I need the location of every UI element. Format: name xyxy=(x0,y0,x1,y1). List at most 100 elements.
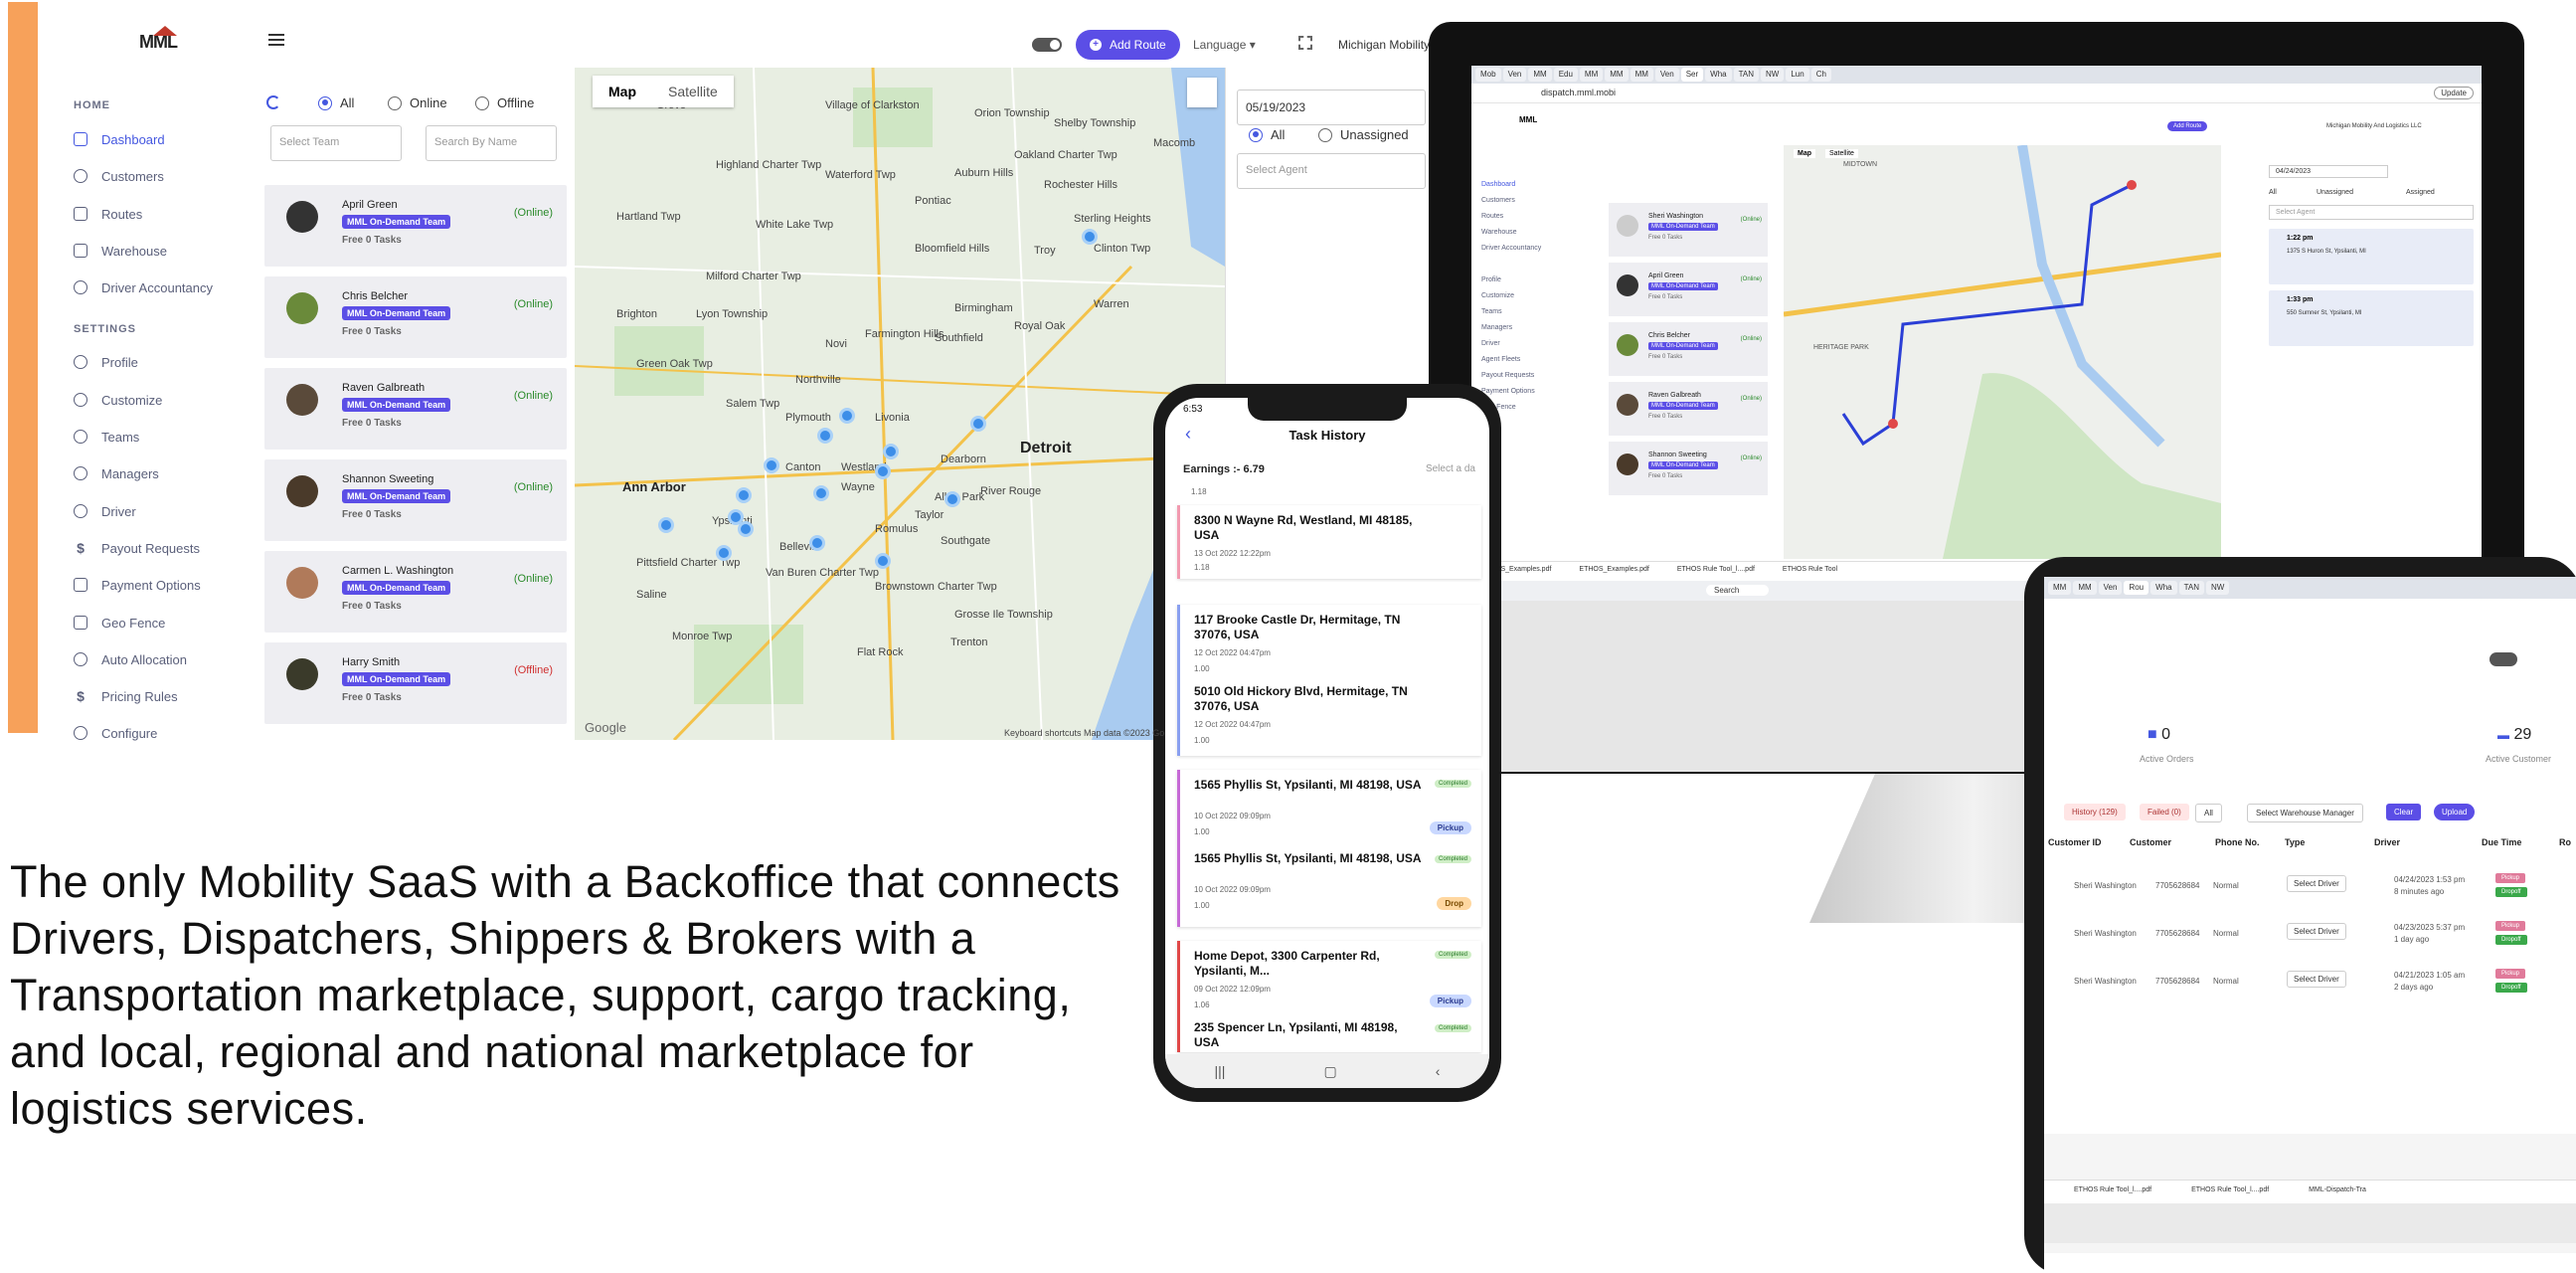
add-route-button[interactable]: + Add Route xyxy=(1076,30,1180,60)
download-item[interactable]: ETHOS Rule Tool_l....pdf xyxy=(1677,566,1755,577)
mini-add-route-button[interactable]: Add Route xyxy=(2167,121,2208,131)
mini-task-card[interactable]: 1:22 pm 1375 S Huron St, Ypsilanti, MI xyxy=(2269,229,2474,284)
sidebar-item-payment-options[interactable]: Payment Options xyxy=(74,573,201,597)
browser-tab[interactable]: Ven xyxy=(1502,68,1527,82)
filter-online-radio[interactable]: Online xyxy=(388,95,447,110)
theme-toggle[interactable] xyxy=(1032,38,1062,52)
mini-nav-item[interactable]: Driver xyxy=(1481,340,1500,347)
browser-tab-active[interactable]: Ser xyxy=(1680,68,1704,82)
download-item[interactable]: ETHOS Rule Tool xyxy=(1783,566,1837,577)
task-history-card[interactable]: 1565 Phyllis St, Ypsilanti, MI 48198, US… xyxy=(1177,770,1481,927)
driver-location-pin[interactable] xyxy=(817,428,833,444)
sidebar-item-warehouse[interactable]: Warehouse xyxy=(74,239,167,263)
driver-location-pin[interactable] xyxy=(1082,229,1098,245)
browser-tab[interactable]: Ven xyxy=(2098,581,2123,595)
browser-tab[interactable]: Ch xyxy=(1810,68,1831,82)
back-icon[interactable]: ‹ xyxy=(1436,1063,1441,1079)
driver-select[interactable]: Select Driver xyxy=(2287,875,2346,892)
col-phone[interactable]: Phone No. xyxy=(2215,837,2260,847)
browser-tab[interactable]: TAN xyxy=(1733,68,1760,82)
download-item[interactable]: MML-Dispatch-Tra xyxy=(2309,1186,2366,1197)
sidebar-item-auto-allocation[interactable]: Auto Allocation xyxy=(74,647,187,671)
sidebar-item-routes[interactable]: Routes xyxy=(74,202,142,226)
mini-driver-card[interactable]: Chris Belcher MML On-Demand Team Free 0 … xyxy=(1609,322,1768,376)
update-button[interactable]: Update xyxy=(2434,87,2474,99)
browser-tab[interactable]: MM xyxy=(2073,581,2097,595)
mini-filter-unassigned[interactable]: Unassigned xyxy=(2317,189,2353,196)
mini-tab-map[interactable]: Map xyxy=(1794,149,1815,158)
browser-tab[interactable]: MM xyxy=(2048,581,2072,595)
mini-date-picker[interactable]: 04/24/2023 xyxy=(2269,165,2388,178)
sidebar-item-configure[interactable]: Configure xyxy=(74,721,157,741)
driver-location-pin[interactable] xyxy=(875,553,891,569)
browser-tab[interactable]: Wha xyxy=(1705,68,1732,82)
driver-location-pin[interactable] xyxy=(883,444,899,459)
mini-filter-assigned[interactable]: Assigned xyxy=(2406,189,2435,196)
sidebar-item-pricing-rules[interactable]: $ Pricing Rules xyxy=(74,684,178,708)
browser-tab[interactable]: MM xyxy=(1630,68,1653,82)
mini-tab-satellite[interactable]: Satellite xyxy=(1825,149,1858,158)
browser-tab-active[interactable]: Rou xyxy=(2124,581,2149,595)
browser-tab[interactable]: MM xyxy=(1605,68,1629,82)
mini-driver-card[interactable]: Sheri Washington MML On-Demand Team Free… xyxy=(1609,203,1768,257)
driver-location-pin[interactable] xyxy=(658,517,674,533)
address-bar[interactable]: dispatch.mml.mobi Update xyxy=(1471,84,2482,103)
download-item[interactable]: ETHOS Rule Tool_l....pdf xyxy=(2074,1186,2151,1197)
map-fullscreen-button[interactable] xyxy=(1187,78,1217,107)
task-history-card[interactable]: 8300 N Wayne Rd, Westland, MI 48185, USA… xyxy=(1177,505,1481,579)
col-customer-id[interactable]: Customer ID xyxy=(2048,837,2102,847)
mini-nav-item[interactable]: Customize xyxy=(1481,292,1514,299)
mini-nav-item[interactable]: Dashboard xyxy=(1481,181,1515,188)
sidebar-item-driver[interactable]: Driver xyxy=(74,499,136,523)
sidebar-item-teams[interactable]: Teams xyxy=(74,425,139,449)
sidebar-item-dashboard[interactable]: Dashboard xyxy=(74,127,165,151)
driver-select[interactable]: Select Driver xyxy=(2287,923,2346,940)
sidebar-item-customize[interactable]: Customize xyxy=(74,388,162,412)
driver-select[interactable]: Select Driver xyxy=(2287,971,2346,988)
clear-button[interactable]: Clear xyxy=(2386,804,2422,820)
col-due-time[interactable]: Due Time xyxy=(2482,837,2521,847)
browser-tab[interactable]: MM xyxy=(1528,68,1552,82)
filter-all-radio[interactable]: All xyxy=(318,95,354,110)
browser-tab[interactable]: Edu xyxy=(1553,68,1578,82)
browser-tab[interactable]: TAN xyxy=(2178,581,2204,595)
tab-map[interactable]: Map xyxy=(593,76,652,107)
driver-location-pin[interactable] xyxy=(716,545,732,561)
recent-apps-icon[interactable]: ||| xyxy=(1215,1063,1226,1079)
task-filter-unassigned[interactable]: Unassigned xyxy=(1318,127,1409,142)
mini-nav-item[interactable]: Driver Accountancy xyxy=(1481,245,1541,252)
date-select[interactable]: Select a da xyxy=(1426,463,1475,474)
driver-location-pin[interactable] xyxy=(809,535,825,551)
filter-offline-radio[interactable]: Offline xyxy=(475,95,534,110)
driver-location-pin[interactable] xyxy=(839,408,855,424)
browser-tab[interactable]: NW xyxy=(1761,68,1785,82)
driver-card[interactable]: Carmen L. Washington MML On-Demand Team … xyxy=(264,551,567,633)
company-name[interactable]: Michigan Mobility xyxy=(1338,38,1430,52)
driver-location-pin[interactable] xyxy=(970,416,986,432)
driver-location-pin[interactable] xyxy=(736,487,752,503)
taskbar-search[interactable]: Search xyxy=(1706,585,1770,596)
driver-card[interactable]: Raven Galbreath MML On-Demand Team Free … xyxy=(264,368,567,450)
driver-location-pin[interactable] xyxy=(738,521,754,537)
browser-tab[interactable]: Ven xyxy=(1654,68,1679,82)
mini-nav-item[interactable]: Profile xyxy=(1481,276,1501,283)
fullscreen-icon[interactable] xyxy=(1298,36,1312,50)
theme-toggle[interactable] xyxy=(2490,652,2517,666)
status-select[interactable]: All xyxy=(2195,804,2222,822)
search-by-name-input[interactable]: Search By Name xyxy=(426,125,557,161)
company-logo[interactable]: MML xyxy=(139,26,199,62)
failed-filter[interactable]: Failed (0) xyxy=(2140,804,2189,820)
select-team-input[interactable]: Select Team xyxy=(270,125,402,161)
menu-icon[interactable] xyxy=(268,34,284,46)
mini-route-map[interactable]: Map Satellite MIDTOWN HERITAGE PARK xyxy=(1784,145,2221,559)
history-filter[interactable]: History (129) xyxy=(2064,804,2126,820)
home-icon[interactable]: ▢ xyxy=(1323,1063,1336,1080)
mini-nav-item[interactable]: Payout Requests xyxy=(1481,372,1534,379)
mini-nav-item[interactable]: Warehouse xyxy=(1481,229,1517,236)
col-driver[interactable]: Driver xyxy=(2374,837,2400,847)
sidebar-item-payout-requests[interactable]: $ Payout Requests xyxy=(74,536,200,560)
browser-tab[interactable]: Mob xyxy=(1475,68,1501,82)
col-customer[interactable]: Customer xyxy=(2130,837,2171,847)
mini-nav-item[interactable]: Customers xyxy=(1481,197,1515,204)
mini-filter-all[interactable]: All xyxy=(2269,189,2277,196)
